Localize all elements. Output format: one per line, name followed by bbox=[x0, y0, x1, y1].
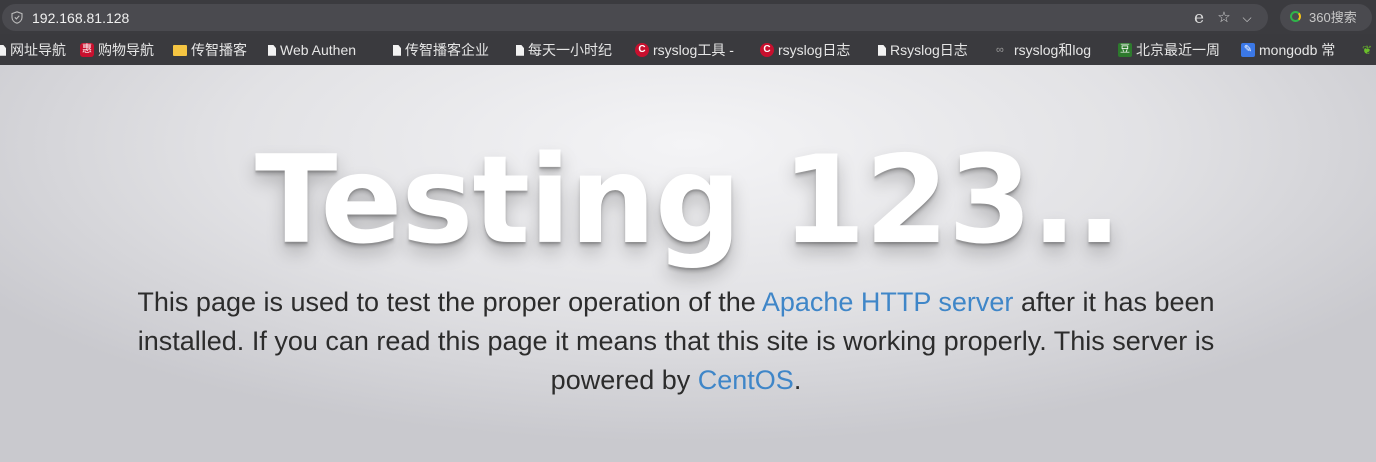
page-headline: Testing 123.. bbox=[254, 130, 1122, 271]
bookmark-label: 传智播客企业 bbox=[405, 42, 489, 58]
browser-chrome: 192.168.81.128 e ☆ ⌵ 360搜索 网址导航 惠购物导航 传智… bbox=[0, 0, 1376, 65]
paragraph-text: . bbox=[793, 365, 802, 395]
leaf-icon: ❦ bbox=[1362, 43, 1373, 58]
douban-icon: 豆 bbox=[1118, 43, 1132, 58]
bookmark-item[interactable]: 传智播客企业 bbox=[393, 40, 499, 60]
page-icon bbox=[0, 44, 6, 56]
search-box[interactable]: 360搜索 bbox=[1280, 4, 1372, 31]
bookmark-item[interactable]: ✎ mongodb 常 bbox=[1241, 40, 1353, 60]
bookmark-label: mongodb 常 bbox=[1259, 42, 1336, 58]
address-row: 192.168.81.128 e ☆ ⌵ 360搜索 bbox=[0, 0, 1376, 34]
hui-icon: 惠 bbox=[80, 43, 94, 58]
page-icon bbox=[516, 44, 524, 56]
bookmark-item[interactable]: Rsyslog日志 bbox=[878, 40, 982, 60]
bookmark-item[interactable]: 传智播客 bbox=[173, 40, 257, 60]
bookmark-label: 网址导航 bbox=[10, 42, 66, 58]
folder-icon bbox=[173, 44, 187, 56]
page-content: Testing 123.. This page is used to test … bbox=[0, 65, 1376, 462]
bookmark-item[interactable]: ∞ rsyslog和log bbox=[996, 40, 1106, 60]
apache-link[interactable]: Apache HTTP server bbox=[762, 287, 1014, 317]
bookmark-label: rsyslog和log bbox=[1014, 42, 1092, 58]
page-icon bbox=[393, 44, 401, 56]
bookmark-label: Rsyslog日志 bbox=[890, 42, 968, 58]
bookmark-label: 北京最近一周 bbox=[1136, 42, 1220, 58]
csdn-icon: C bbox=[635, 43, 649, 58]
bookmark-label: rsyslog工具 - bbox=[653, 42, 734, 58]
pen-icon: ✎ bbox=[1241, 43, 1255, 58]
link-icon: ∞ bbox=[996, 44, 1004, 57]
bookmark-item[interactable]: 每天一小时纪 bbox=[516, 40, 622, 60]
address-bar[interactable]: 192.168.81.128 e ☆ ⌵ bbox=[2, 4, 1268, 31]
search-placeholder[interactable]: 360搜索 bbox=[1309, 10, 1357, 26]
ie-icon[interactable]: e bbox=[1190, 9, 1208, 27]
page-icon bbox=[878, 44, 886, 56]
csdn-icon: C bbox=[760, 43, 774, 58]
bookmark-label: rsyslog日志 bbox=[778, 42, 851, 58]
intro-paragraph: This page is used to test the proper ope… bbox=[110, 283, 1242, 400]
bookmark-item[interactable]: Crsyslog日志 bbox=[760, 40, 862, 60]
bookmark-label: 传智播客 bbox=[191, 42, 247, 58]
search-360-icon bbox=[1290, 11, 1301, 22]
shield-icon[interactable] bbox=[11, 11, 23, 24]
chevron-down-icon[interactable]: ⌵ bbox=[1238, 9, 1256, 27]
bookmarks-bar: 网址导航 惠购物导航 传智播客 Web Authen 传智播客企业 每天一小时纪… bbox=[0, 36, 1376, 64]
centos-link[interactable]: CentOS bbox=[698, 365, 794, 395]
star-icon[interactable]: ☆ bbox=[1215, 9, 1233, 27]
bookmark-item[interactable]: 豆北京最近一周 bbox=[1118, 40, 1228, 60]
bookmark-label: 每天一小时纪 bbox=[528, 42, 612, 58]
bookmark-label: Web Authen bbox=[280, 42, 357, 58]
bookmark-item[interactable]: 网址导航 bbox=[0, 40, 74, 60]
bookmark-item[interactable]: 惠购物导航 bbox=[80, 40, 166, 60]
bookmark-item[interactable]: ❦ bbox=[1362, 40, 1376, 60]
url-text[interactable]: 192.168.81.128 bbox=[32, 10, 129, 26]
page-icon bbox=[268, 44, 276, 56]
paragraph-text: This page is used to test the proper ope… bbox=[137, 287, 762, 317]
bookmark-item[interactable]: Crsyslog工具 - bbox=[635, 40, 747, 60]
bookmark-label: 购物导航 bbox=[98, 42, 154, 58]
bookmark-item[interactable]: Web Authen bbox=[268, 40, 376, 60]
